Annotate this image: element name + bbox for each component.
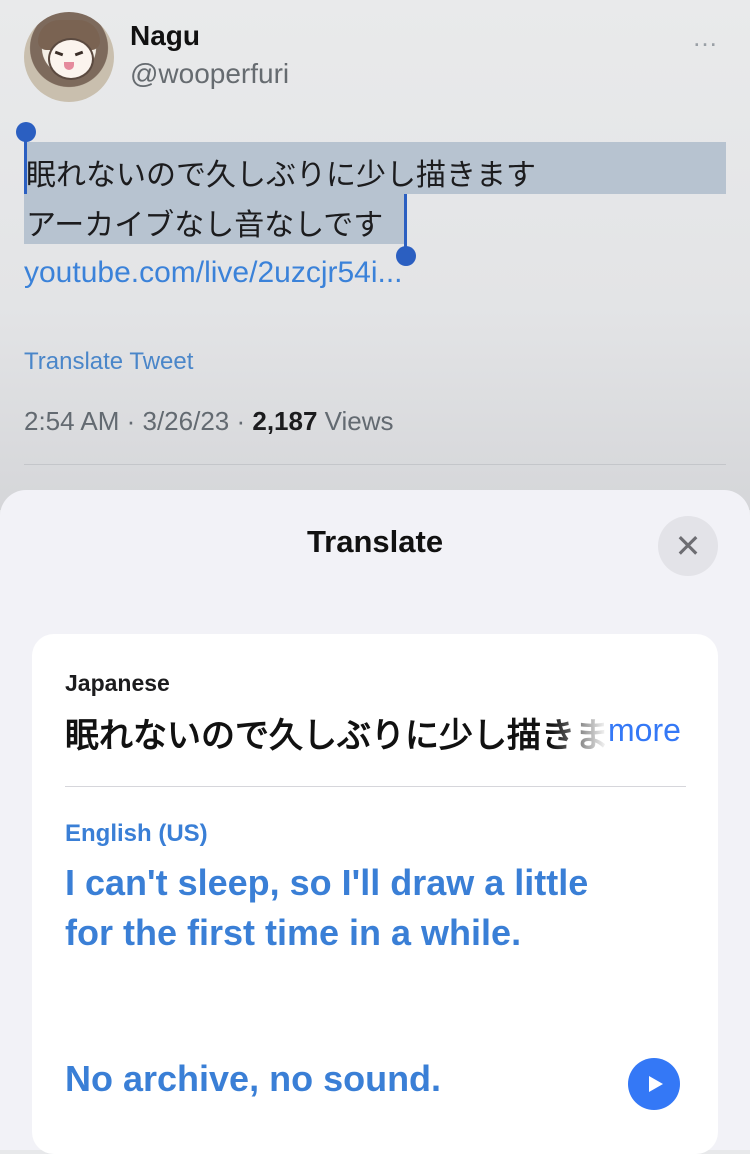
divider xyxy=(24,464,726,465)
tweet-text-line[interactable]: 眠れないので久しぶりに少し描きます xyxy=(26,150,536,194)
tweet-text-line[interactable]: アーカイブなし音なしです xyxy=(26,200,383,244)
close-button[interactable]: ✕ xyxy=(658,516,718,576)
tweet-timestamp: 2:54 AM · 3/26/23 · xyxy=(24,406,253,436)
play-icon xyxy=(649,1076,663,1092)
source-text-container: 眠れないので久しぶりに少し描きます xyxy=(65,708,605,752)
translate-sheet: Translate ✕ Japanese 眠れないので久しぶりに少し描きます m… xyxy=(0,490,750,1154)
tweet-meta: 2:54 AM · 3/26/23 · 2,187 Views xyxy=(24,406,394,437)
selection-start-handle[interactable] xyxy=(24,134,27,194)
selection-end-handle[interactable] xyxy=(404,194,407,254)
author-handle[interactable]: @wooperfuri xyxy=(130,58,289,90)
source-language-label: Japanese xyxy=(65,670,170,696)
more-options-icon[interactable]: … xyxy=(692,22,720,53)
tweet: Nagu @wooperfuri … 眠れないので久しぶりに少し描きます アーカ… xyxy=(0,0,750,510)
close-icon: ✕ xyxy=(674,528,702,564)
author-name[interactable]: Nagu xyxy=(130,20,200,52)
translated-text: I can't sleep, so I'll draw a little for… xyxy=(65,862,589,953)
translation-card: Japanese 眠れないので久しぶりに少し描きます more English … xyxy=(32,634,718,1154)
selection-start-knob[interactable] xyxy=(16,122,36,142)
more-button[interactable]: more xyxy=(608,712,681,749)
translated-text-second: No archive, no sound. xyxy=(65,1058,442,1099)
tweet-link[interactable]: youtube.com/live/2uzcjr54i... xyxy=(24,256,403,290)
views-label: Views xyxy=(317,406,394,436)
source-text: 眠れないので久しぶりに少し描きます xyxy=(65,717,605,752)
views-count: 2,187 xyxy=(252,406,318,436)
avatar[interactable] xyxy=(24,12,114,102)
translate-tweet-link[interactable]: Translate Tweet xyxy=(24,348,193,376)
play-audio-button[interactable] xyxy=(628,1058,680,1110)
sheet-title: Translate xyxy=(306,524,444,559)
target-language-label[interactable]: English (US) xyxy=(65,820,208,848)
source-text-fade xyxy=(552,708,608,752)
card-divider xyxy=(65,786,686,787)
